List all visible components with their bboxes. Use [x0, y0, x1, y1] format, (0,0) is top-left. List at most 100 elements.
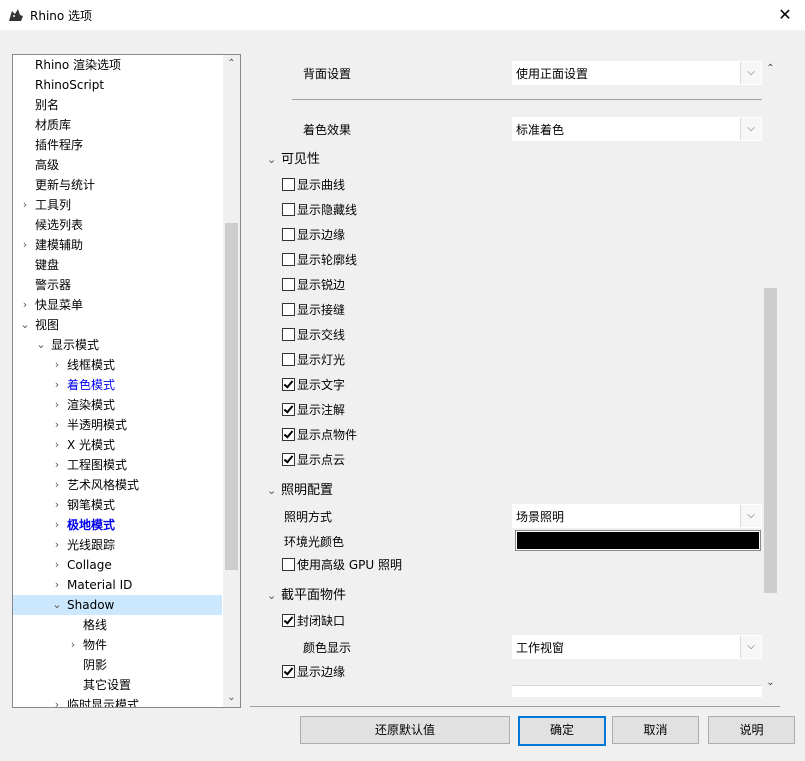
tree-item[interactable]: 键盘: [13, 255, 222, 275]
chevron-right-icon[interactable]: ›: [51, 355, 63, 375]
tree-item[interactable]: 其它设置: [13, 675, 222, 695]
chevron-down-icon[interactable]: ⌄: [267, 589, 281, 602]
tree-item[interactable]: › 极地模式: [13, 515, 222, 535]
gpu-lighting-checkbox[interactable]: 使用高级 GPU 照明: [282, 556, 402, 574]
visibility-checkbox[interactable]: 显示点物件: [282, 426, 357, 444]
tree-item[interactable]: › 物件: [13, 635, 222, 655]
chevron-down-icon[interactable]: ⌄: [35, 335, 47, 355]
chevron-right-icon[interactable]: ›: [19, 235, 31, 255]
tree-item[interactable]: › 着色模式: [13, 375, 222, 395]
tree-item[interactable]: › 工程图模式: [13, 455, 222, 475]
chevron-right-icon[interactable]: ›: [51, 555, 63, 575]
tree-item[interactable]: 高级: [13, 155, 222, 175]
chevron-down-icon[interactable]: ⌄: [51, 595, 63, 615]
ok-button[interactable]: 确定: [518, 716, 606, 746]
tree-item[interactable]: › 光线跟踪: [13, 535, 222, 555]
chevron-right-icon[interactable]: ›: [51, 535, 63, 555]
tree-item[interactable]: › 线框模式: [13, 355, 222, 375]
scroll-thumb[interactable]: [225, 223, 238, 570]
checkbox-box[interactable]: [282, 403, 295, 416]
tree-item[interactable]: › Collage: [13, 555, 222, 575]
chevron-right-icon[interactable]: ›: [51, 475, 63, 495]
tree-item[interactable]: › 快显菜单: [13, 295, 222, 315]
tree-item[interactable]: 警示器: [13, 275, 222, 295]
chevron-right-icon[interactable]: ›: [51, 695, 63, 707]
tree-item[interactable]: › 艺术风格模式: [13, 475, 222, 495]
checkbox-box[interactable]: [282, 178, 295, 191]
lighting-method-dropdown[interactable]: 场景照明 ⌵: [512, 504, 762, 528]
tree-item[interactable]: 阴影: [13, 655, 222, 675]
checkbox-box[interactable]: [282, 228, 295, 241]
options-tree[interactable]: Rhino 渲染选项 RhinoScript 别名 材质库 插件程序 高级 更新与统计 › 工具…: [12, 54, 241, 708]
checkbox-box[interactable]: [282, 353, 295, 366]
visibility-checkbox[interactable]: 显示点云: [282, 451, 345, 469]
tree-item[interactable]: › X 光模式: [13, 435, 222, 455]
lighting-section-header[interactable]: ⌄ 照明配置: [267, 479, 333, 498]
checkbox-box[interactable]: [282, 453, 295, 466]
chevron-right-icon[interactable]: ›: [19, 195, 31, 215]
tree-item[interactable]: Rhino 渲染选项: [13, 55, 222, 75]
chevron-right-icon[interactable]: ›: [67, 635, 79, 655]
visibility-checkbox[interactable]: 显示曲线: [282, 176, 345, 194]
partial-dropdown[interactable]: [512, 685, 762, 697]
visibility-checkbox[interactable]: 显示交线: [282, 326, 345, 344]
tree-item[interactable]: RhinoScript: [13, 75, 222, 95]
checkbox-box[interactable]: [282, 665, 295, 678]
tree-item[interactable]: › 临时显示模式: [13, 695, 222, 707]
tree-item[interactable]: › 渲染模式: [13, 395, 222, 415]
tree-item[interactable]: › 工具列: [13, 195, 222, 215]
close-icon[interactable]: ✕: [765, 0, 805, 30]
tree-item[interactable]: 材质库: [13, 115, 222, 135]
chevron-down-icon[interactable]: ⌄: [267, 484, 281, 497]
chevron-right-icon[interactable]: ›: [51, 575, 63, 595]
checkbox-box[interactable]: [282, 378, 295, 391]
checkbox-box[interactable]: [282, 253, 295, 266]
visibility-checkbox[interactable]: 显示边缘: [282, 226, 345, 244]
chevron-down-icon[interactable]: ⌵: [740, 118, 761, 140]
tree-item[interactable]: › 半透明模式: [13, 415, 222, 435]
visibility-checkbox[interactable]: 显示锐边: [282, 276, 345, 294]
scroll-up-icon[interactable]: ⌃: [223, 55, 240, 72]
chevron-down-icon[interactable]: ⌵: [740, 62, 761, 84]
scroll-up-icon[interactable]: ⌃: [762, 60, 779, 77]
shading-dropdown[interactable]: 标准着色 ⌵: [512, 117, 762, 141]
checkbox-box[interactable]: [282, 558, 295, 571]
help-button[interactable]: 说明: [708, 716, 795, 744]
checkbox-box[interactable]: [282, 203, 295, 216]
chevron-down-icon[interactable]: ⌵: [740, 505, 761, 527]
tree-item[interactable]: 插件程序: [13, 135, 222, 155]
chevron-right-icon[interactable]: ›: [51, 415, 63, 435]
chevron-right-icon[interactable]: ›: [51, 375, 63, 395]
tree-item[interactable]: › 建模辅助: [13, 235, 222, 255]
tree-item[interactable]: 格线: [13, 615, 222, 635]
checkbox-box[interactable]: [282, 614, 295, 627]
ambient-color-swatch[interactable]: [515, 530, 761, 551]
chevron-right-icon[interactable]: ›: [51, 455, 63, 475]
panel-scrollbar[interactable]: ⌃ ⌄: [762, 56, 779, 692]
tree-item[interactable]: › 钢笔模式: [13, 495, 222, 515]
visibility-checkbox[interactable]: 显示接缝: [282, 301, 345, 319]
visibility-checkbox[interactable]: 显示隐藏线: [282, 201, 357, 219]
color-display-dropdown[interactable]: 工作视窗 ⌵: [512, 635, 762, 659]
back-face-dropdown[interactable]: 使用正面设置 ⌵: [512, 61, 762, 85]
checkbox-box[interactable]: [282, 278, 295, 291]
visibility-checkbox[interactable]: 显示文字: [282, 376, 345, 394]
capping-checkbox[interactable]: 封闭缺口: [282, 612, 345, 630]
tree-item[interactable]: 别名: [13, 95, 222, 115]
checkbox-box[interactable]: [282, 303, 295, 316]
checkbox-box[interactable]: [282, 428, 295, 441]
visibility-checkbox[interactable]: 显示轮廓线: [282, 251, 357, 269]
chevron-right-icon[interactable]: ›: [19, 295, 31, 315]
chevron-right-icon[interactable]: ›: [51, 495, 63, 515]
tree-item[interactable]: ⌄ Shadow: [13, 595, 222, 615]
show-edges-checkbox[interactable]: 显示边缘: [282, 663, 345, 681]
checkbox-box[interactable]: [282, 328, 295, 341]
chevron-right-icon[interactable]: ›: [51, 395, 63, 415]
tree-item[interactable]: 更新与统计: [13, 175, 222, 195]
visibility-checkbox[interactable]: 显示注解: [282, 401, 345, 419]
visibility-checkbox[interactable]: 显示灯光: [282, 351, 345, 369]
clipping-section-header[interactable]: ⌄ 截平面物件: [267, 584, 346, 603]
restore-defaults-button[interactable]: 还原默认值: [300, 716, 510, 744]
tree-item[interactable]: ⌄ 显示模式: [13, 335, 222, 355]
tree-item[interactable]: › Material ID: [13, 575, 222, 595]
